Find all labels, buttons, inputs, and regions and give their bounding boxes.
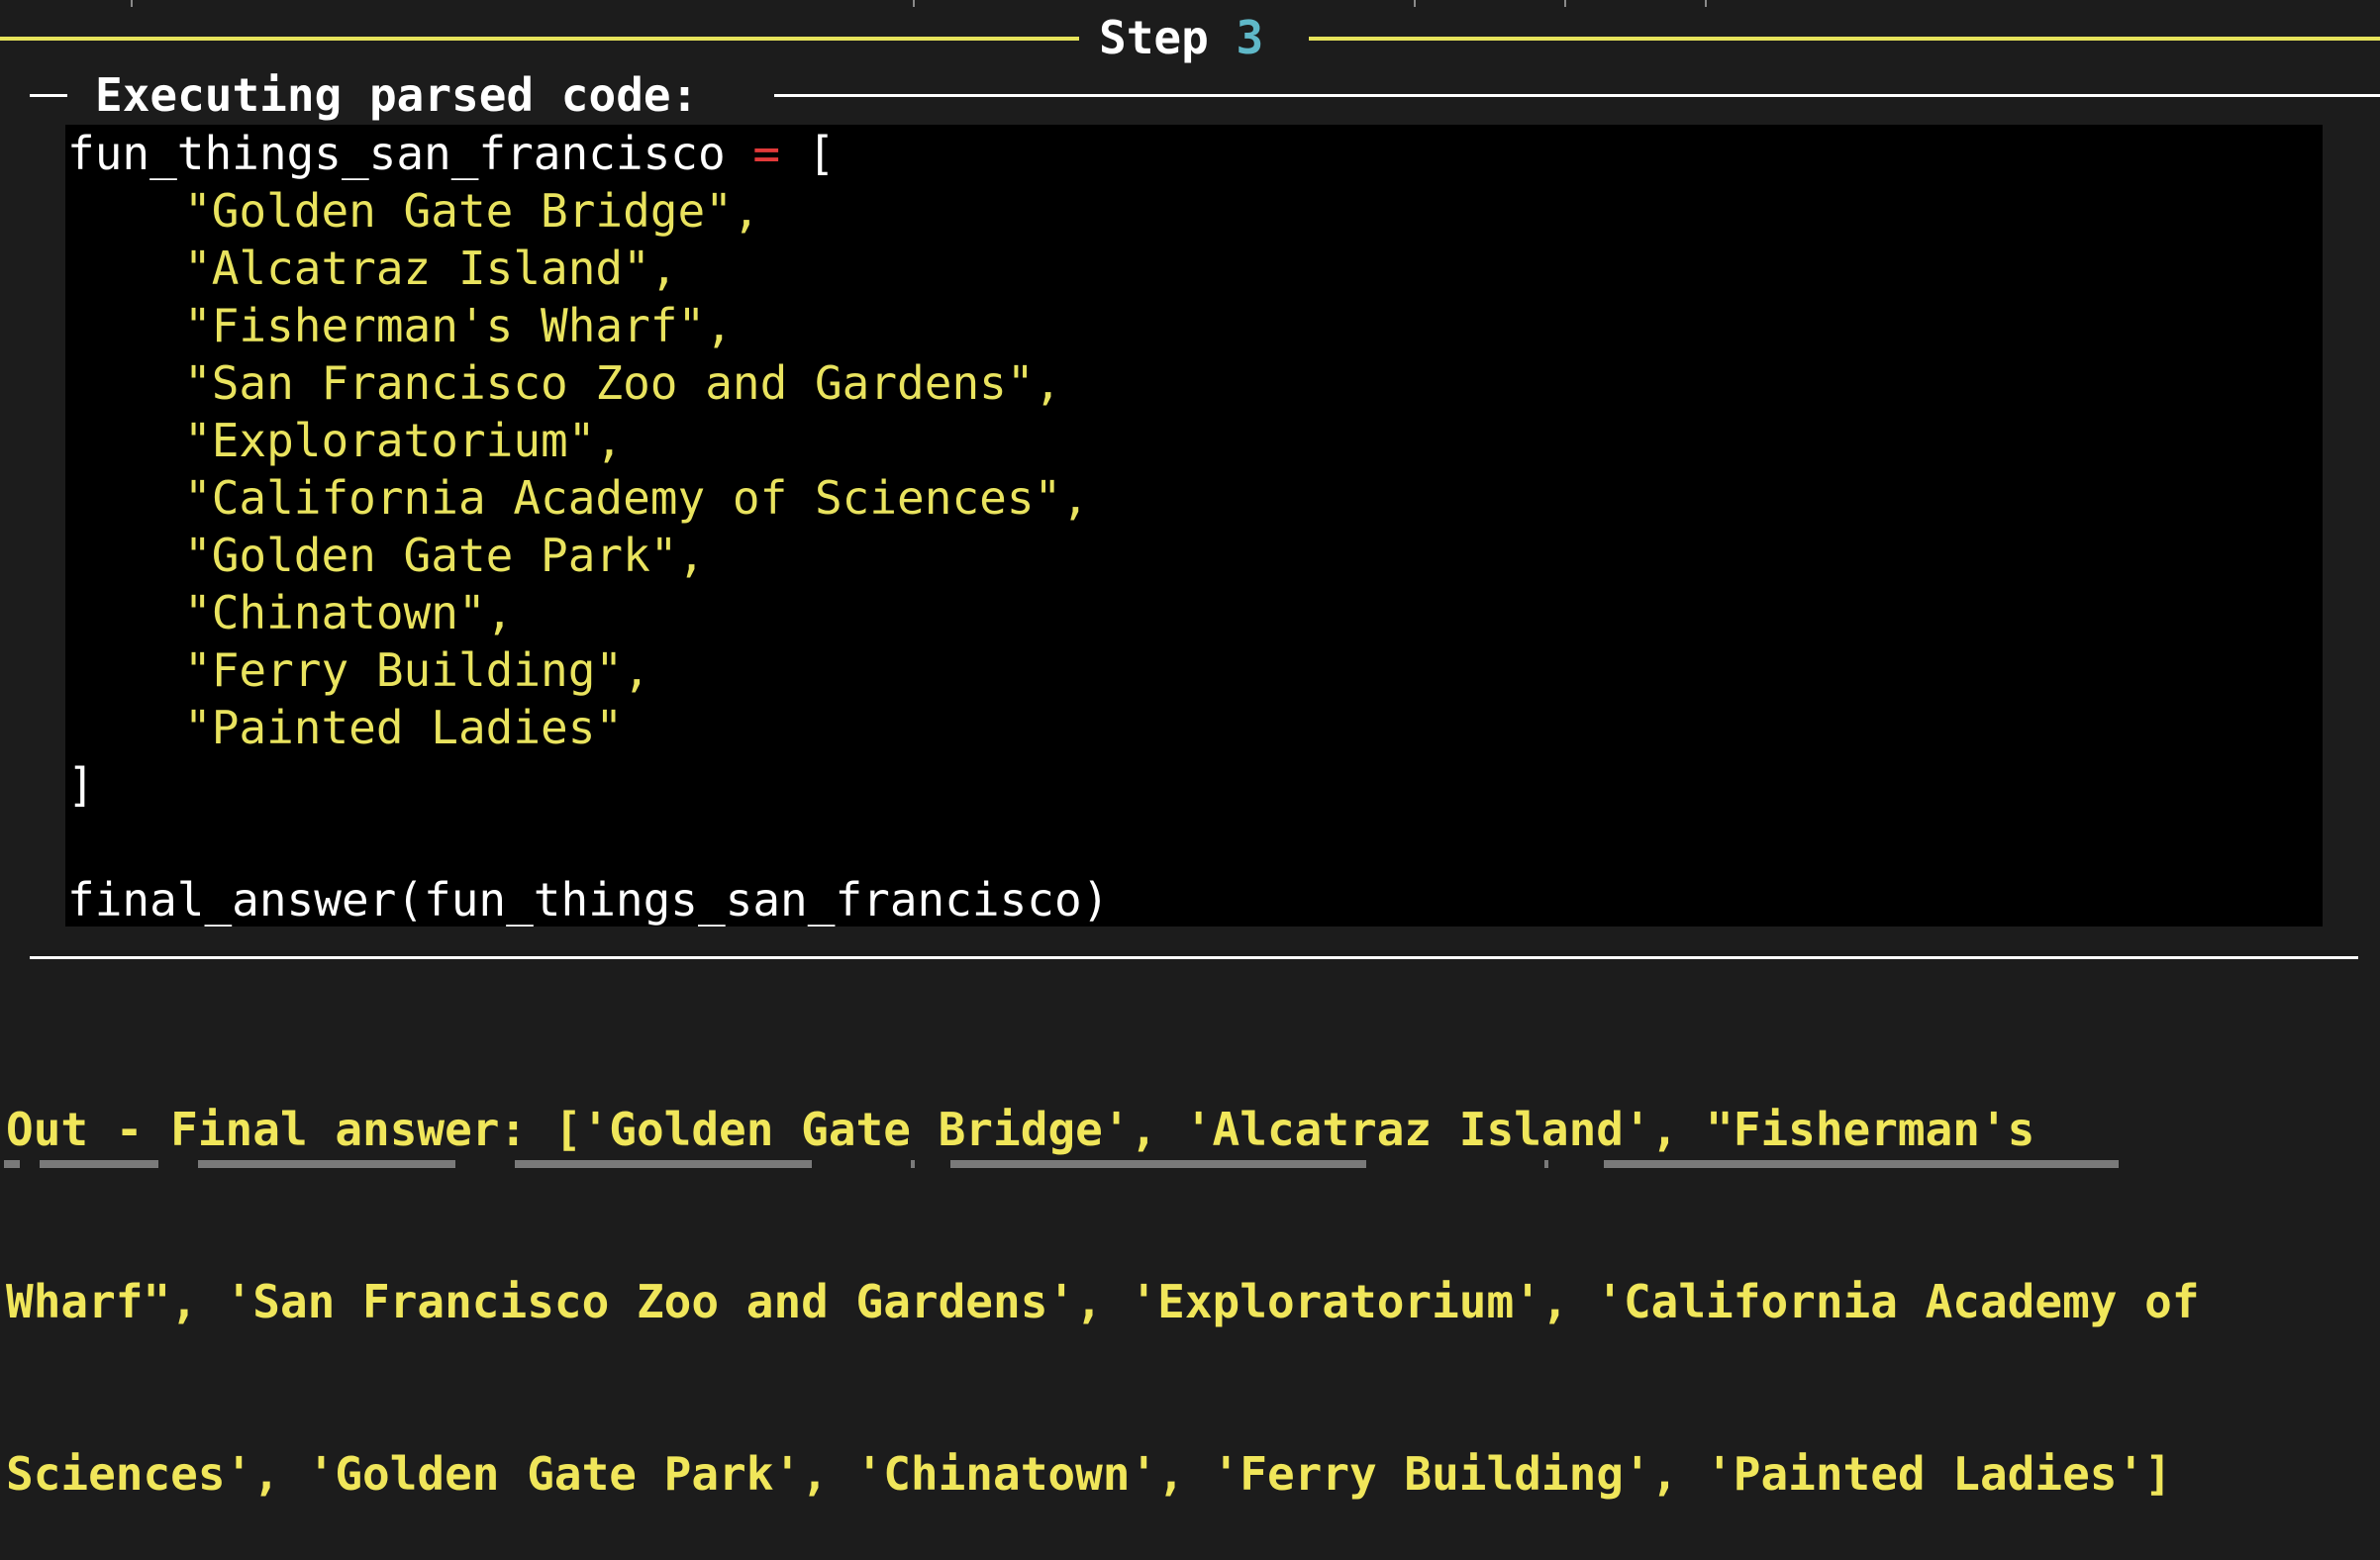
step-header: Step 3 bbox=[0, 15, 2380, 60]
executing-code-header: Executing parsed code: bbox=[30, 68, 2380, 122]
code-line-item: "Painted Ladies" bbox=[184, 701, 624, 754]
code-line-item: "San Francisco Zoo and Gardens", bbox=[184, 356, 1062, 410]
code-line-item: "Exploratorium", bbox=[184, 414, 624, 467]
final-answer-call: final_answer(fun_things_san_francisco) bbox=[67, 873, 1110, 926]
code-line-item: "Fisherman's Wharf", bbox=[184, 299, 733, 352]
open-bracket: [ bbox=[807, 127, 836, 180]
code-line-item: "Chinatown", bbox=[184, 586, 514, 639]
code-block[interactable]: fun_things_san_francisco = [ "Golden Gat… bbox=[65, 125, 2323, 926]
code-line-item: "Alcatraz Island", bbox=[184, 242, 678, 295]
assign-operator: = bbox=[752, 127, 781, 180]
output-line: Sciences', 'Golden Gate Park', 'Chinatow… bbox=[6, 1447, 2172, 1501]
step-rule-left bbox=[0, 37, 1079, 41]
code-line-item: "Golden Gate Park", bbox=[184, 529, 706, 582]
previous-output-fragment bbox=[0, 0, 2380, 8]
output-line: Out - Final answer: ['Golden Gate Bridge… bbox=[6, 1103, 2035, 1156]
step-label: Step bbox=[1099, 11, 1209, 64]
step-title: Step 3 bbox=[1099, 15, 1297, 60]
output-line: Wharf", 'San Francisco Zoo and Gardens',… bbox=[6, 1275, 2200, 1328]
section-title: Executing parsed code: bbox=[95, 68, 699, 122]
code-line-item: "Ferry Building", bbox=[184, 643, 650, 697]
step-rule-right bbox=[1309, 37, 2380, 41]
variable-name: fun_things_san_francisco bbox=[67, 127, 726, 180]
close-bracket: ] bbox=[67, 758, 95, 812]
final-answer-output: Out - Final answer: ['Golden Gate Bridge… bbox=[6, 986, 2374, 1560]
step-number: 3 bbox=[1236, 11, 1264, 64]
code-line-item: "California Academy of Sciences", bbox=[184, 471, 1089, 525]
header-rule bbox=[774, 94, 2380, 97]
code-line-assignment: fun_things_san_francisco = [ bbox=[67, 125, 835, 182]
section-divider bbox=[30, 956, 2358, 959]
header-dash bbox=[30, 94, 67, 97]
code-line-item: "Golden Gate Bridge", bbox=[184, 184, 760, 238]
next-output-fragment bbox=[0, 1160, 2380, 1168]
